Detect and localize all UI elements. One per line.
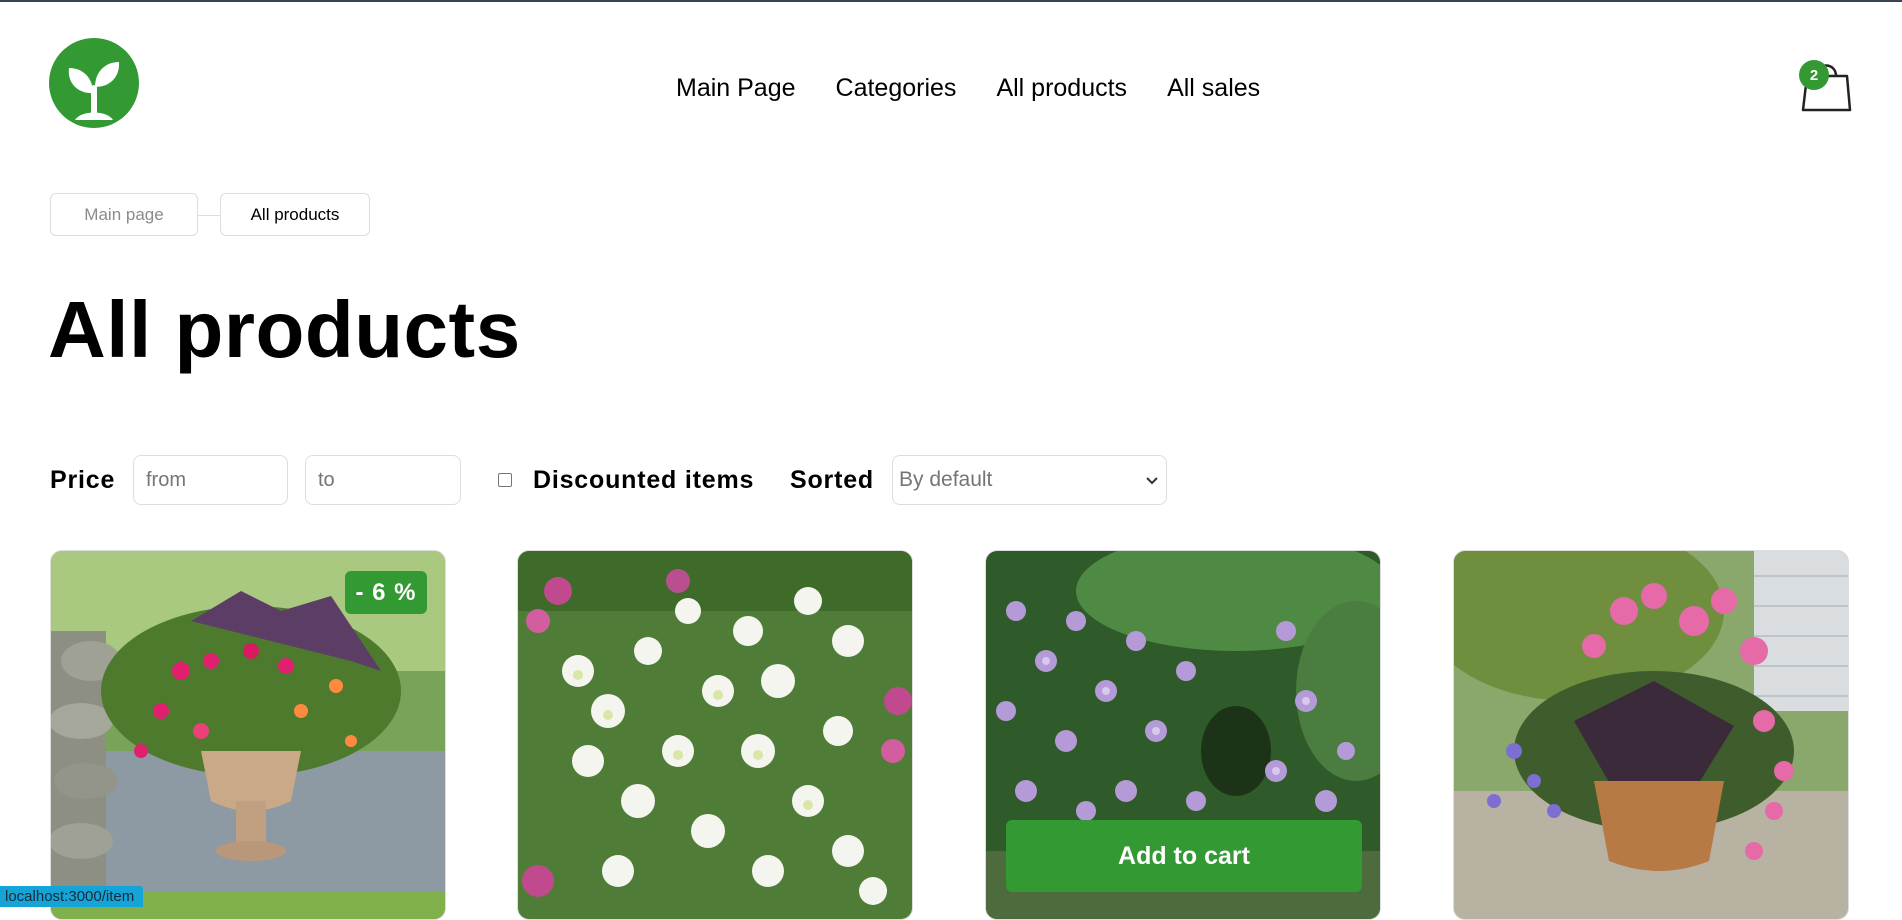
- price-filter-label: Price: [50, 466, 116, 494]
- page-title: All products: [48, 285, 521, 374]
- nav-all-products[interactable]: All products: [996, 71, 1127, 105]
- discount-badge: - 6 %: [345, 571, 427, 614]
- add-to-cart-button[interactable]: Add to cart: [1006, 820, 1362, 892]
- sort-select-value: By default: [899, 468, 993, 491]
- product-card[interactable]: Add to cart: [985, 550, 1381, 920]
- window-top-border: [0, 0, 1902, 2]
- product-card[interactable]: - 6 %: [50, 550, 446, 920]
- nav-main-page[interactable]: Main Page: [676, 71, 796, 105]
- product-card[interactable]: [1453, 550, 1849, 920]
- breadcrumb-main-page[interactable]: Main page: [50, 193, 198, 236]
- nav-all-sales[interactable]: All sales: [1167, 71, 1260, 105]
- nav-categories[interactable]: Categories: [836, 71, 957, 105]
- main-nav: Main Page Categories All products All sa…: [676, 71, 1260, 105]
- logo-sprout-icon[interactable]: [49, 38, 139, 128]
- breadcrumb-divider: [198, 215, 220, 216]
- product-image: [518, 551, 912, 919]
- product-image: [1454, 551, 1848, 919]
- price-from-input[interactable]: [133, 455, 288, 505]
- status-bar-url: localhost:3000/item: [0, 886, 144, 907]
- sort-select[interactable]: By default: [892, 455, 1167, 505]
- sort-label: Sorted: [790, 466, 874, 494]
- discounted-items-checkbox[interactable]: [498, 473, 512, 487]
- breadcrumb-all-products[interactable]: All products: [220, 193, 370, 236]
- chevron-down-icon: [1146, 477, 1158, 485]
- price-to-input[interactable]: [305, 455, 461, 505]
- discounted-items-label[interactable]: Discounted items: [533, 465, 754, 495]
- product-card[interactable]: [517, 550, 913, 920]
- cart-count-badge[interactable]: 2: [1799, 60, 1829, 90]
